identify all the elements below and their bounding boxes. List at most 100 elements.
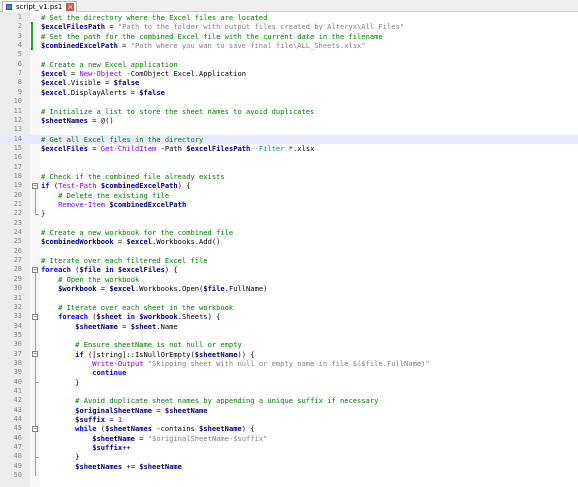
code-line[interactable]: 31 bbox=[0, 294, 578, 303]
line-number: 45 bbox=[13, 424, 22, 433]
fold-end bbox=[34, 382, 39, 384]
code-token: # Delete the existing file bbox=[58, 190, 170, 200]
code-line[interactable]: 1 # Set the directory where the Excel fil… bbox=[0, 13, 578, 22]
code-token: $sheet bbox=[96, 312, 123, 322]
code-line[interactable]: 15 $excelFiles = Get-ChildItem -Path $exc… bbox=[0, 144, 578, 153]
code-line[interactable]: 24 # Create a new workbook for the combin… bbox=[0, 228, 578, 237]
line-number: 35 bbox=[13, 330, 22, 339]
code-line[interactable]: 49 $sheetNames += $sheetName bbox=[0, 462, 578, 471]
line-number: 9 bbox=[17, 87, 22, 96]
code-line[interactable]: 34 $sheetName = $sheet.Name bbox=[0, 322, 578, 331]
code-text: # Ensure sheetName is not null or empty bbox=[41, 340, 242, 349]
code-line[interactable]: 36 # Ensure sheetName is not null or emp… bbox=[0, 340, 578, 349]
code-token: ++ bbox=[122, 443, 131, 453]
code-line[interactable]: 50 bbox=[0, 471, 578, 480]
code-line[interactable]: 46 $sheetName = "$originalSheetName-$suf… bbox=[0, 434, 578, 443]
code-text: } bbox=[41, 209, 45, 218]
close-icon[interactable]: × bbox=[66, 3, 75, 11]
code-editor[interactable]: 1 # Set the directory where the Excel fil… bbox=[0, 12, 578, 487]
change-marker bbox=[31, 22, 33, 32]
code-text: if ([string]::IsNullOrEmpty($sheetName))… bbox=[41, 350, 254, 359]
code-line[interactable]: 42 # Avoid duplicate sheet names by appe… bbox=[0, 396, 578, 405]
code-line[interactable]: 19 if (Test-Path $combinedExcelPath) { bbox=[0, 181, 578, 190]
code-token: $workbook bbox=[58, 284, 97, 294]
code-line[interactable]: 39 continue bbox=[0, 368, 578, 377]
code-token: = bbox=[66, 69, 80, 79]
code-line[interactable]: 8 $excel.Visible = $false bbox=[0, 78, 578, 87]
code-line[interactable]: 20 # Delete the existing file bbox=[0, 191, 578, 200]
code-line[interactable]: 33 foreach ($sheet in $workbook.Sheets) … bbox=[0, 312, 578, 321]
code-line[interactable]: 29 # Open the workbook bbox=[0, 275, 578, 284]
code-line[interactable]: 40 } bbox=[0, 378, 578, 387]
code-line[interactable]: 6 # Create a new Excel application bbox=[0, 60, 578, 69]
code-line[interactable]: 44 $suffix = 1 bbox=[0, 415, 578, 424]
line-number: 46 bbox=[13, 433, 22, 442]
code-line[interactable]: 4 $combinedExcelPath = "Path where you wa… bbox=[0, 41, 578, 51]
line-number: 4 bbox=[17, 41, 22, 50]
code-text: $excelFilesPath = "Path to the folder wi… bbox=[41, 22, 404, 31]
code-text: $excel.DisplayAlerts = $false bbox=[41, 88, 165, 97]
code-line[interactable]: 43 $originalSheetName = $sheetName bbox=[0, 406, 578, 415]
line-number: 32 bbox=[13, 302, 22, 311]
code-token: = bbox=[117, 321, 131, 331]
code-text: while ($sheetNames -contains $sheetName)… bbox=[41, 424, 254, 434]
code-token: while bbox=[75, 424, 97, 434]
code-line[interactable]: 38 Write-Output "Skipping sheet with nul… bbox=[0, 359, 578, 368]
code-text: Remove-Item $combinedExcelPath bbox=[41, 200, 186, 209]
code-token: = bbox=[117, 41, 131, 51]
code-line[interactable]: 27 # Iterate over each filtered Excel fil… bbox=[0, 256, 578, 265]
code-line[interactable]: 17 bbox=[0, 163, 578, 172]
code-line[interactable]: 21 Remove-Item $combinedExcelPath bbox=[0, 200, 578, 209]
code-line[interactable]: 3 # Set the path for the combined Excel f… bbox=[0, 31, 578, 42]
code-line[interactable]: 41 bbox=[0, 387, 578, 396]
code-token: -contains bbox=[152, 424, 200, 434]
code-line[interactable]: 25 $combinedWorkbook = $excel.Workbooks.A… bbox=[0, 237, 578, 246]
code-line[interactable]: 11 # Initialize a list to store the sheet… bbox=[0, 107, 578, 116]
code-token: $suffix bbox=[92, 443, 123, 453]
tab-script-v1[interactable]: script_v1.ps1 × bbox=[2, 1, 78, 12]
code-line[interactable]: 23 bbox=[0, 219, 578, 228]
line-number: 24 bbox=[13, 228, 22, 237]
code-line[interactable]: 30 $workbook = $excel.Workbooks.Open($fi… bbox=[0, 284, 578, 293]
code-text: # Set the path for the combined Excel fi… bbox=[41, 32, 383, 41]
code-token: .Name bbox=[156, 321, 178, 331]
code-line[interactable]: 18 # Check if the combined file already e… bbox=[0, 172, 578, 181]
line-number: 40 bbox=[13, 377, 22, 386]
fold-end bbox=[34, 213, 39, 215]
code-text: $originalSheetName = $sheetName bbox=[41, 406, 207, 415]
code-token: $sheetNames bbox=[41, 115, 88, 125]
code-token: continue bbox=[92, 368, 127, 378]
code-line[interactable]: 35 bbox=[0, 331, 578, 340]
code-text: $sheetName = "$originalSheetName-$suffix… bbox=[41, 434, 267, 443]
code-line[interactable]: 12 $sheetNames = @() bbox=[0, 116, 578, 125]
code-line[interactable]: 45 while ($sheetNames -contains $sheetNa… bbox=[0, 424, 578, 433]
code-line[interactable]: 16 bbox=[0, 153, 578, 162]
code-line[interactable]: 26 bbox=[0, 247, 578, 256]
code-line[interactable]: 10 bbox=[0, 97, 578, 106]
code-line[interactable]: 14 # Get all Excel files in the directory bbox=[0, 134, 578, 144]
line-number: 28 bbox=[13, 265, 22, 274]
code-token: -Filter bbox=[254, 143, 285, 153]
code-token: $excelFilesPath bbox=[186, 143, 251, 153]
line-number: 10 bbox=[13, 97, 22, 106]
code-line[interactable]: 22} bbox=[0, 209, 578, 218]
code-line[interactable]: 2 $excelFilesPath = "Path to the folder w… bbox=[0, 22, 578, 32]
code-line[interactable]: 5 bbox=[0, 50, 578, 59]
code-line[interactable]: 7 $excel = New-Object -ComObject Excel.Ap… bbox=[0, 69, 578, 78]
code-token: $sheetName bbox=[139, 461, 182, 471]
code-line[interactable]: 48 } bbox=[0, 452, 578, 461]
code-line[interactable]: 13 bbox=[0, 125, 578, 134]
code-line[interactable]: 47 $suffix++ bbox=[0, 443, 578, 452]
code-token: $excelFiles bbox=[41, 143, 88, 153]
code-line[interactable]: 28 foreach ($file in $excelFiles) { bbox=[0, 265, 578, 274]
code-line[interactable]: 9 $excel.DisplayAlerts = $false bbox=[0, 88, 578, 97]
code-token: $sheetNames bbox=[105, 424, 153, 434]
line-number: 6 bbox=[17, 59, 22, 68]
code-line[interactable]: 37 if ([string]::IsNullOrEmpty($sheetNam… bbox=[0, 350, 578, 359]
code-line[interactable]: 32 # Iterate over each sheet in the work… bbox=[0, 303, 578, 312]
